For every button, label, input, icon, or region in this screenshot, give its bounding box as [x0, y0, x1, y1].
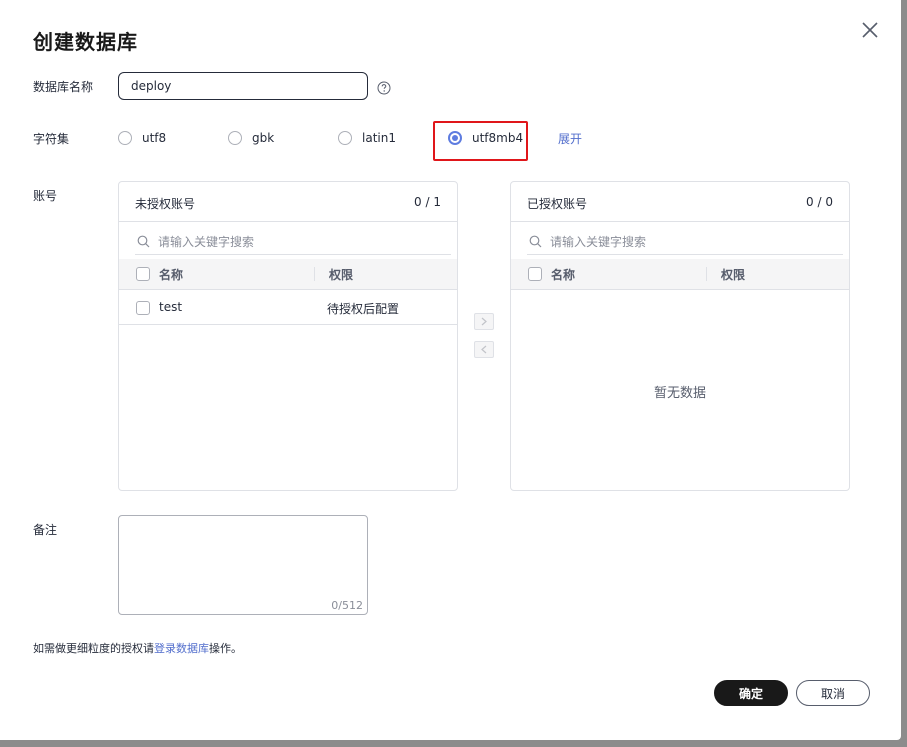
column-header-name[interactable]: 名称 [159, 266, 183, 283]
search-input[interactable] [156, 233, 440, 250]
login-database-link[interactable]: 登录数据库 [154, 642, 209, 655]
db-name-label: 数据库名称 [33, 80, 94, 94]
radio-circle[interactable] [228, 131, 242, 145]
charset-radio-gbk[interactable]: gbk [228, 129, 274, 147]
move-right-button[interactable] [474, 313, 494, 330]
search-icon [137, 235, 150, 248]
chevron-left-icon [481, 345, 487, 354]
expand-link[interactable]: 展开 [558, 130, 582, 147]
column-header-permission[interactable]: 权限 [329, 266, 353, 283]
remark-field: 0/512 [118, 515, 368, 615]
search-box [135, 229, 451, 255]
authorized-accounts-panel: 已授权账号 0 / 0 名称 权限 暂无数据 [510, 181, 850, 491]
account-name: test [159, 300, 183, 314]
note-prefix: 如需做更细粒度的授权请 [33, 642, 154, 655]
account-permission: 待授权后配置 [327, 302, 400, 316]
remark-textarea[interactable] [119, 516, 367, 596]
empty-state-text: 暂无数据 [653, 386, 706, 401]
search-input[interactable] [548, 233, 832, 250]
column-header-permission[interactable]: 权限 [721, 266, 745, 283]
question-circle-icon[interactable] [377, 81, 391, 95]
cancel-button[interactable]: 取消 [796, 680, 870, 706]
unauthorized-accounts-panel: 未授权账号 0 / 1 名称 权限 test 待授权后配置 [118, 181, 458, 491]
radio-circle[interactable] [118, 131, 132, 145]
note-suffix: 操作。 [209, 642, 242, 655]
chevron-right-icon [481, 317, 487, 326]
close-icon[interactable] [859, 19, 881, 41]
radio-circle[interactable] [338, 131, 352, 145]
panel-count: 0 / 0 [806, 195, 833, 209]
divider [511, 221, 849, 222]
highlight-box [433, 121, 528, 161]
select-all-checkbox[interactable] [136, 267, 150, 281]
table-row[interactable]: test 待授权后配置 [119, 290, 457, 325]
move-left-button[interactable] [474, 341, 494, 358]
dialog-title: 创建数据库 [33, 30, 138, 54]
divider [119, 221, 457, 222]
search-box [527, 229, 843, 255]
column-divider [706, 267, 707, 281]
char-count: 0/512 [331, 599, 363, 612]
charset-label: 字符集 [33, 132, 70, 146]
select-all-checkbox[interactable] [528, 267, 542, 281]
radio-label: latin1 [362, 131, 396, 145]
panel-count: 0 / 1 [414, 195, 441, 209]
column-header-name[interactable]: 名称 [551, 266, 575, 283]
granularity-note: 如需做更细粒度的授权请登录数据库操作。 [33, 640, 242, 656]
create-database-dialog: 创建数据库 数据库名称 字符集 utf8 gbk latin1 utf8mb4 … [0, 0, 901, 740]
confirm-button[interactable]: 确定 [714, 680, 788, 706]
row-checkbox[interactable] [136, 301, 150, 315]
panel-title: 未授权账号 [135, 197, 196, 211]
charset-radio-utf8[interactable]: utf8 [118, 129, 166, 147]
search-icon [529, 235, 542, 248]
table-header: 名称 权限 [511, 259, 849, 290]
db-name-input[interactable] [118, 72, 368, 100]
remark-label: 备注 [33, 523, 58, 537]
account-label: 账号 [33, 189, 58, 203]
radio-label: utf8 [142, 131, 167, 145]
radio-label: gbk [252, 131, 275, 145]
table-header: 名称 权限 [119, 259, 457, 290]
charset-radio-latin1[interactable]: latin1 [338, 129, 396, 147]
column-divider [314, 267, 315, 281]
panel-title: 已授权账号 [527, 197, 588, 211]
